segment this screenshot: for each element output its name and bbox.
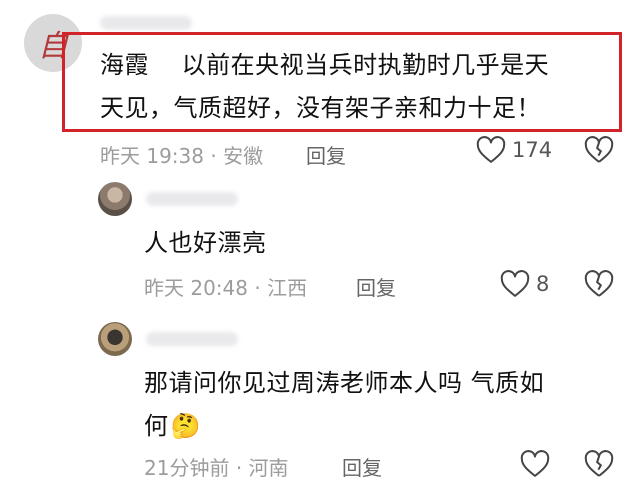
username-blurred[interactable] <box>146 332 238 346</box>
broken-heart-icon <box>584 270 614 297</box>
avatar[interactable] <box>98 322 132 356</box>
comment-time: 昨天 19:38 <box>100 144 204 168</box>
thinking-emoji: 🤔 <box>170 412 201 440</box>
comment-text: 人也好漂亮 <box>144 222 267 265</box>
comment-meta: 昨天 19:38 · 安徽 <box>100 140 263 169</box>
meta-separator: · <box>254 276 268 300</box>
like-button[interactable]: 174 <box>476 136 552 164</box>
comment-time: 昨天 20:48 <box>144 276 248 300</box>
comment-meta: 21分钟前 · 河南 <box>144 452 289 481</box>
dislike-button[interactable] <box>584 270 614 298</box>
comment-text-line: 天见，气质超好，没有架子亲和力十足！ <box>100 94 541 122</box>
meta-separator: · <box>210 144 224 168</box>
heart-icon <box>520 450 550 478</box>
reply-button[interactable]: 回复 <box>356 272 396 301</box>
heart-icon <box>476 136 506 164</box>
comment-text-line: 人也好漂亮 <box>144 229 267 257</box>
reply-button[interactable]: 回复 <box>342 452 382 481</box>
like-count: 8 <box>536 272 550 296</box>
dislike-button[interactable] <box>584 450 614 478</box>
comment-meta: 昨天 20:48 · 江西 <box>144 272 307 301</box>
like-count: 174 <box>512 138 553 162</box>
comment-location: 河南 <box>248 456 289 480</box>
avatar[interactable] <box>98 182 132 216</box>
like-button[interactable]: 8 <box>500 270 549 298</box>
dislike-button[interactable] <box>584 136 614 164</box>
comment-location: 安徽 <box>223 144 264 168</box>
meta-separator: · <box>235 456 249 480</box>
heart-icon <box>500 270 530 298</box>
comment-text-line: 那请问你见过周涛老师本人吗 气质如 <box>144 369 545 397</box>
comment-time: 21分钟前 <box>144 456 230 480</box>
comment-text: 海霞 以前在央视当兵时执勤时几乎是天 天见，气质超好，没有架子亲和力十足！ <box>100 44 612 130</box>
comment-text-line: 海霞 以前在央视当兵时执勤时几乎是天 <box>100 51 550 79</box>
comment-text-line: 何🤔 <box>144 412 201 440</box>
username-blurred[interactable] <box>146 192 238 206</box>
username-blurred[interactable] <box>100 16 192 30</box>
broken-heart-icon <box>584 450 614 477</box>
reply-button[interactable]: 回复 <box>306 140 346 169</box>
comment-location: 江西 <box>267 276 308 300</box>
broken-heart-icon <box>584 136 614 163</box>
comment-text: 那请问你见过周涛老师本人吗 气质如 何🤔 <box>144 362 604 448</box>
like-button[interactable] <box>520 450 556 478</box>
